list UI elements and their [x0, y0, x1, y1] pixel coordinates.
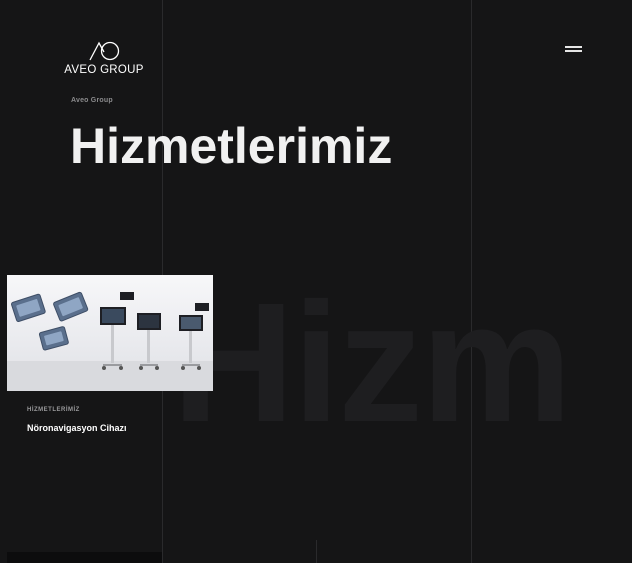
service-card-title[interactable]: Nöronavigasyon Cihazı [27, 423, 127, 433]
grid-divider-line [316, 540, 317, 563]
service-card[interactable]: HİZMETLERİMİZ Nöronavigasyon Cihazı [7, 275, 213, 445]
brand-logo[interactable]: AVEO GROUP [54, 40, 154, 80]
background-decorative-text: Hizm [172, 268, 572, 458]
logo-mark-icon [89, 41, 120, 61]
service-card-category: HİZMETLERİMİZ [27, 407, 80, 413]
logo-text: AVEO GROUP [64, 64, 144, 76]
breadcrumb[interactable]: Aveo Group [71, 97, 113, 104]
menu-button[interactable] [562, 42, 586, 56]
hamburger-menu-icon [565, 46, 582, 48]
page: AVEO GROUP Aveo Group Hizmetlerimiz Hizm [0, 0, 632, 563]
service-card-image[interactable] [7, 275, 213, 391]
page-title: Hizmetlerimiz [70, 118, 393, 174]
next-card-preview [7, 552, 162, 563]
navigation-device-illustration [7, 291, 213, 391]
hamburger-menu-icon [565, 50, 582, 52]
